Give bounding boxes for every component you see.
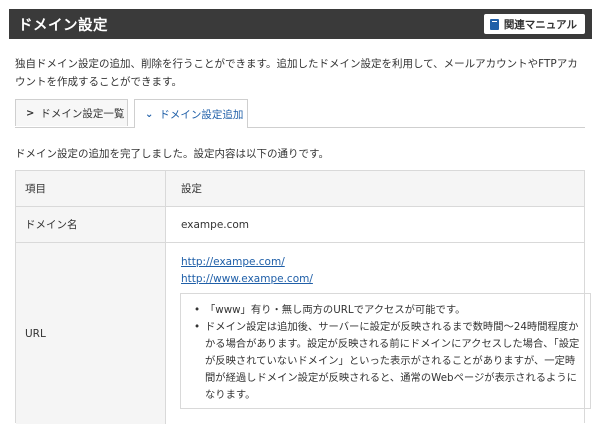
chevron-right-icon: > (26, 107, 35, 119)
note-item: 「www」有り・無し両方のURLでアクセスが可能です。 (194, 302, 580, 319)
tab-domain-list[interactable]: > ドメイン設定一覧 (15, 99, 128, 126)
header-item: 項目 (16, 171, 166, 206)
settings-table: 項目 設定 ドメイン名 exampe.com URL http://exampe… (15, 170, 591, 424)
url-link-1[interactable]: http://exampe.com/ (181, 254, 313, 271)
url-cell: http://exampe.com/ http://www.exampe.com… (166, 243, 591, 424)
header-setting: 設定 (166, 171, 584, 206)
table-row-url: URL http://exampe.com/ http://www.exampe… (16, 243, 591, 424)
tab-bar: > ドメイン設定一覧 ⌄ ドメイン設定追加 (15, 99, 585, 128)
tab-label: ドメイン設定一覧 (40, 107, 125, 120)
chevron-down-icon: ⌄ (145, 108, 154, 120)
related-manual-button[interactable]: 関連マニュアル (483, 14, 585, 34)
book-icon (489, 18, 499, 30)
domain-value: exampe.com (181, 218, 250, 231)
table-row-domain: ドメイン名 exampe.com (16, 207, 584, 243)
tab-label: ドメイン設定追加 (159, 108, 244, 121)
related-manual-label: 関連マニュアル (503, 18, 577, 31)
table-header-row: 項目 設定 (16, 171, 584, 207)
url-label: URL (16, 243, 166, 424)
page-description: 独自ドメイン設定の追加、削除を行うことができます。追加したドメイン設定を利用して… (15, 58, 578, 88)
note-item: ドメイン設定は追加後、サーバーに設定が反映されるまで数時間〜24時間程度かかる場… (194, 319, 580, 404)
url-notes-box: 「www」有り・無し両方のURLでアクセスが可能です。 ドメイン設定は追加後、サ… (180, 293, 591, 409)
completion-message: ドメイン設定の追加を完了しました。設定内容は以下の通りです。 (15, 148, 329, 160)
url-link-2[interactable]: http://www.exampe.com/ (181, 271, 313, 288)
page-title: ドメイン設定 (18, 17, 108, 34)
page-header: ドメイン設定 関連マニュアル (9, 9, 592, 39)
tab-domain-add[interactable]: ⌄ ドメイン設定追加 (134, 99, 248, 128)
domain-label: ドメイン名 (16, 207, 166, 242)
